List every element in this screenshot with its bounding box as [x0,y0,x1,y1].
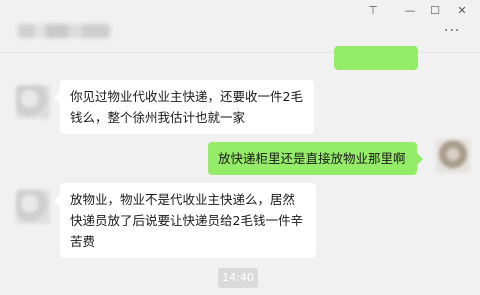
pin-icon[interactable]: ⊤ [359,2,387,22]
message-timestamp: 14:40 [218,268,258,288]
contact-avatar[interactable] [16,85,50,119]
chat-title-blurred [18,24,110,38]
contact-avatar[interactable] [16,190,50,224]
close-icon[interactable]: ✕ [448,2,476,22]
outgoing-message-bubble[interactable]: 放快递柜里还是直接放物业那里啊 [208,142,423,175]
previous-outgoing-bubble [334,46,418,70]
incoming-message-bubble[interactable]: 放物业，物业不是代收业主快递么，居然快递员放了后说要让快递员给2毛钱一件辛苦费 [54,183,316,258]
incoming-message-bubble[interactable]: 你见过物业代收业主快递，还要收一件2毛钱么，整个徐州我估计也就一家 [54,80,314,134]
minimize-icon[interactable]: — [396,2,424,22]
more-options-icon[interactable]: ··· [444,24,466,38]
maximize-icon[interactable]: ☐ [421,2,449,22]
own-avatar[interactable] [436,139,470,173]
